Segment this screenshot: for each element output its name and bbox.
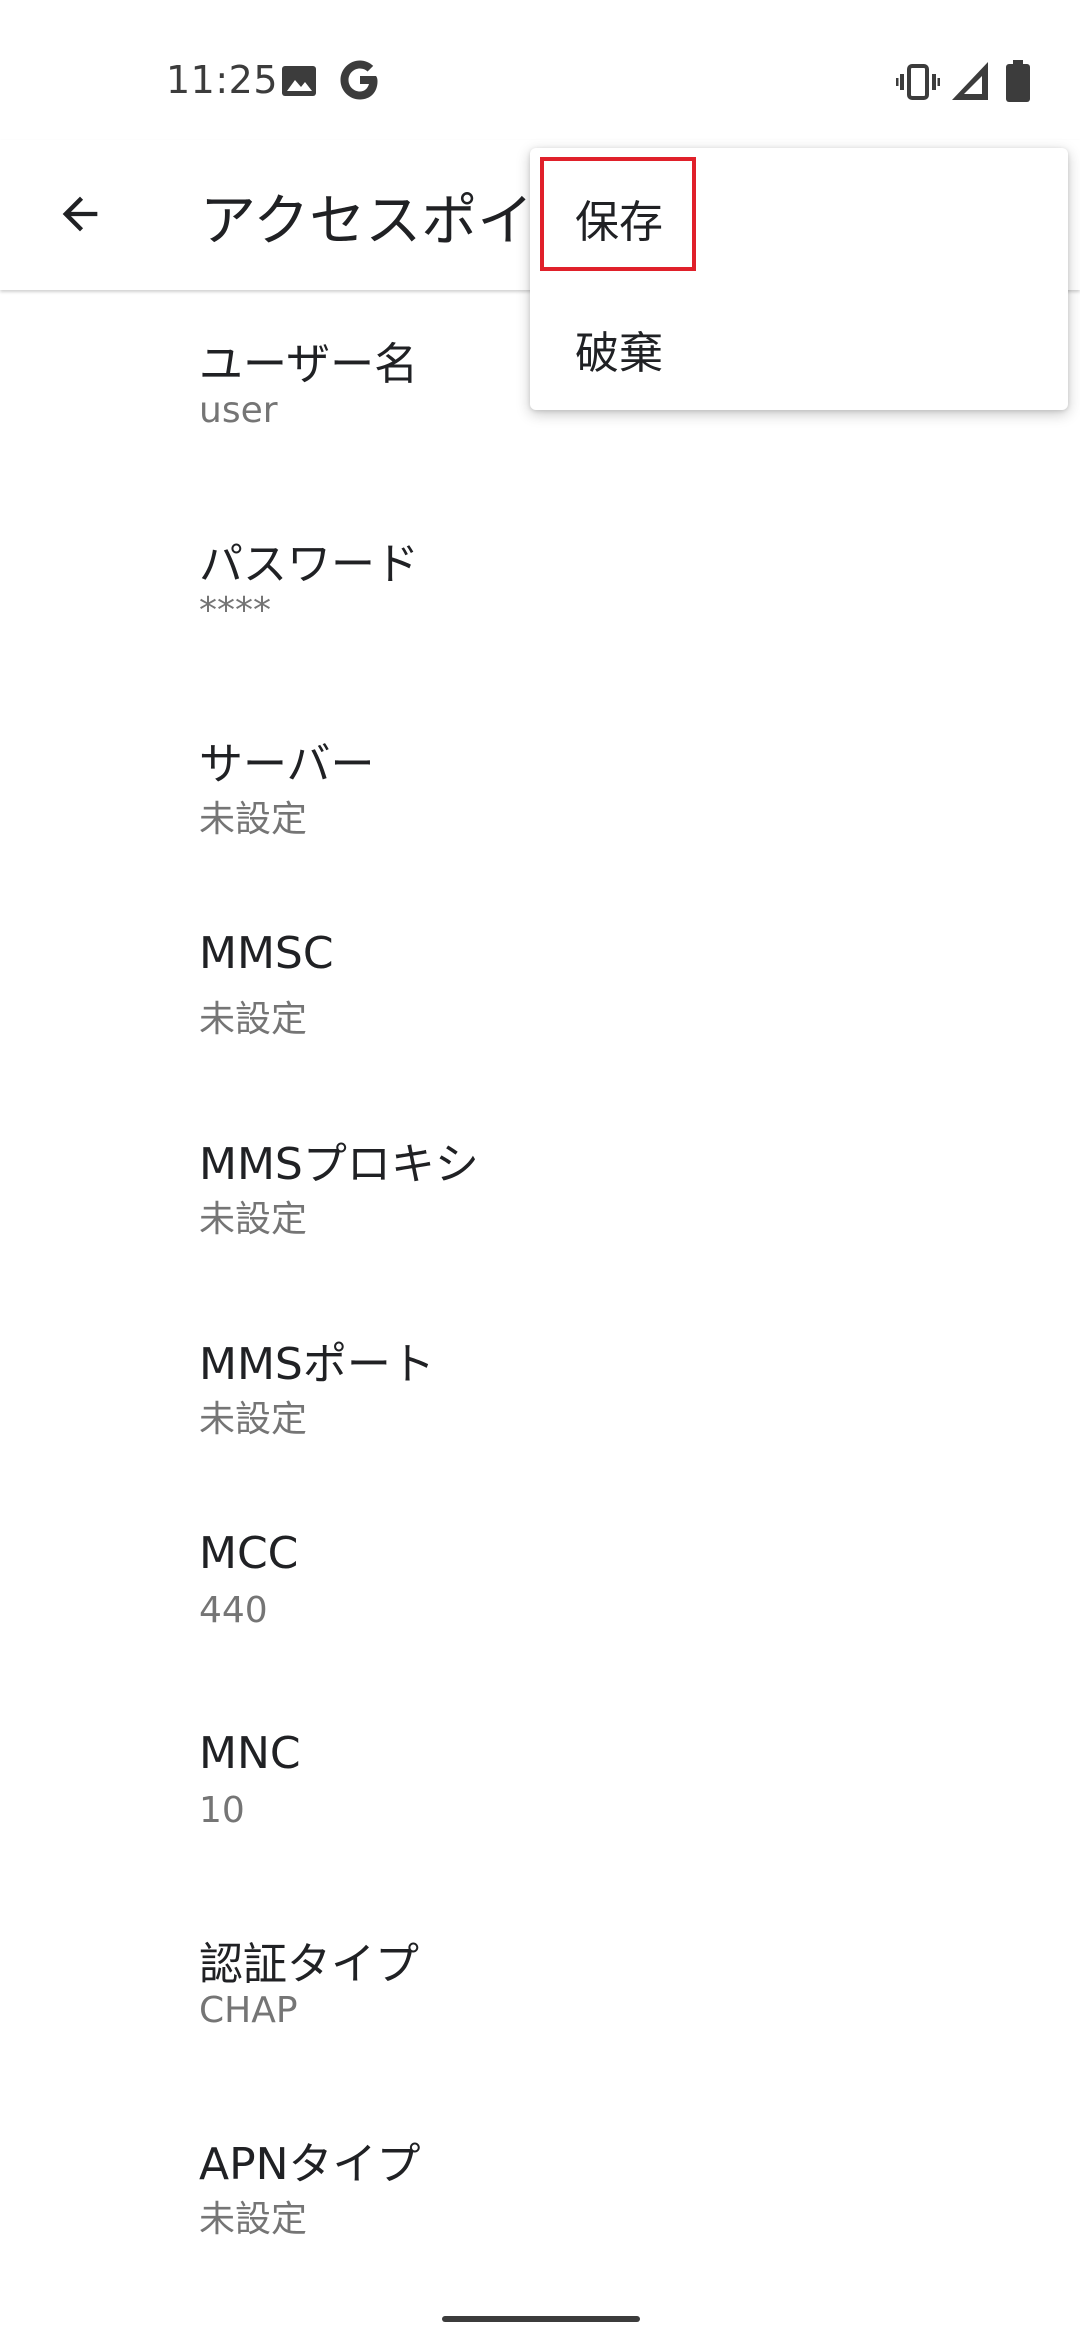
google-icon	[340, 60, 378, 100]
pref-title: 認証タイプ	[199, 1939, 419, 1990]
back-button[interactable]	[40, 174, 120, 254]
pref-summary: 未設定	[199, 999, 308, 1040]
pref-item-mnc[interactable]: MNC 10	[0, 1690, 1080, 1890]
pref-title: MMSC	[199, 928, 334, 979]
pref-title: MCC	[199, 1528, 299, 1579]
image-icon	[282, 66, 316, 96]
pref-item-apn-type[interactable]: APNタイプ 未設定	[0, 2090, 1080, 2290]
gesture-nav-handle[interactable]	[442, 2316, 640, 2322]
pref-title: MMSポート	[199, 1339, 435, 1390]
pref-title: ユーザー名	[199, 339, 419, 390]
menu-item-discard[interactable]: 破棄	[530, 279, 1068, 410]
apn-edit-screen: 11:25 アクセスポイ ユーザー名 user パスワード **** サーバー …	[0, 0, 1080, 2340]
pref-summary: user	[199, 390, 278, 431]
page-title: アクセスポイ	[200, 189, 534, 254]
pref-item-mcc[interactable]: MCC 440	[0, 1490, 1080, 1690]
pref-item-mms-port[interactable]: MMSポート 未設定	[0, 1290, 1080, 1490]
battery-icon	[1006, 60, 1030, 102]
pref-item-mms-proxy[interactable]: MMSプロキシ 未設定	[0, 1090, 1080, 1290]
menu-item-label: 破棄	[575, 328, 663, 379]
pref-title: パスワード	[199, 539, 419, 590]
pref-summary: 10	[199, 1790, 245, 1831]
status-bar: 11:25	[0, 0, 1080, 140]
pref-summary: 440	[199, 1590, 268, 1631]
pref-item-mmsc[interactable]: MMSC 未設定	[0, 890, 1080, 1090]
pref-summary: 未設定	[199, 2199, 308, 2240]
highlight-box	[540, 157, 696, 271]
arrow-back-icon	[62, 196, 98, 232]
pref-item-password[interactable]: パスワード ****	[0, 490, 1080, 690]
pref-summary: 未設定	[199, 1199, 308, 1240]
pref-title: APNタイプ	[199, 2139, 421, 2190]
pref-summary: ****	[199, 590, 271, 631]
pref-item-server[interactable]: サーバー 未設定	[0, 690, 1080, 890]
overflow-menu: 保存 破棄	[530, 148, 1068, 410]
pref-summary: 未設定	[199, 799, 308, 840]
pref-title: MMSプロキシ	[199, 1139, 479, 1190]
menu-item-save[interactable]: 保存	[530, 148, 1068, 279]
pref-summary: 未設定	[199, 1399, 308, 1440]
pref-summary: CHAP	[199, 1990, 298, 2031]
pref-item-auth-type[interactable]: 認証タイプ CHAP	[0, 1890, 1080, 2090]
vibrate-icon	[896, 64, 940, 100]
status-time: 11:25	[166, 58, 279, 102]
pref-title: サーバー	[199, 739, 375, 790]
pref-title: MNC	[199, 1728, 301, 1779]
signal-icon	[952, 62, 988, 100]
